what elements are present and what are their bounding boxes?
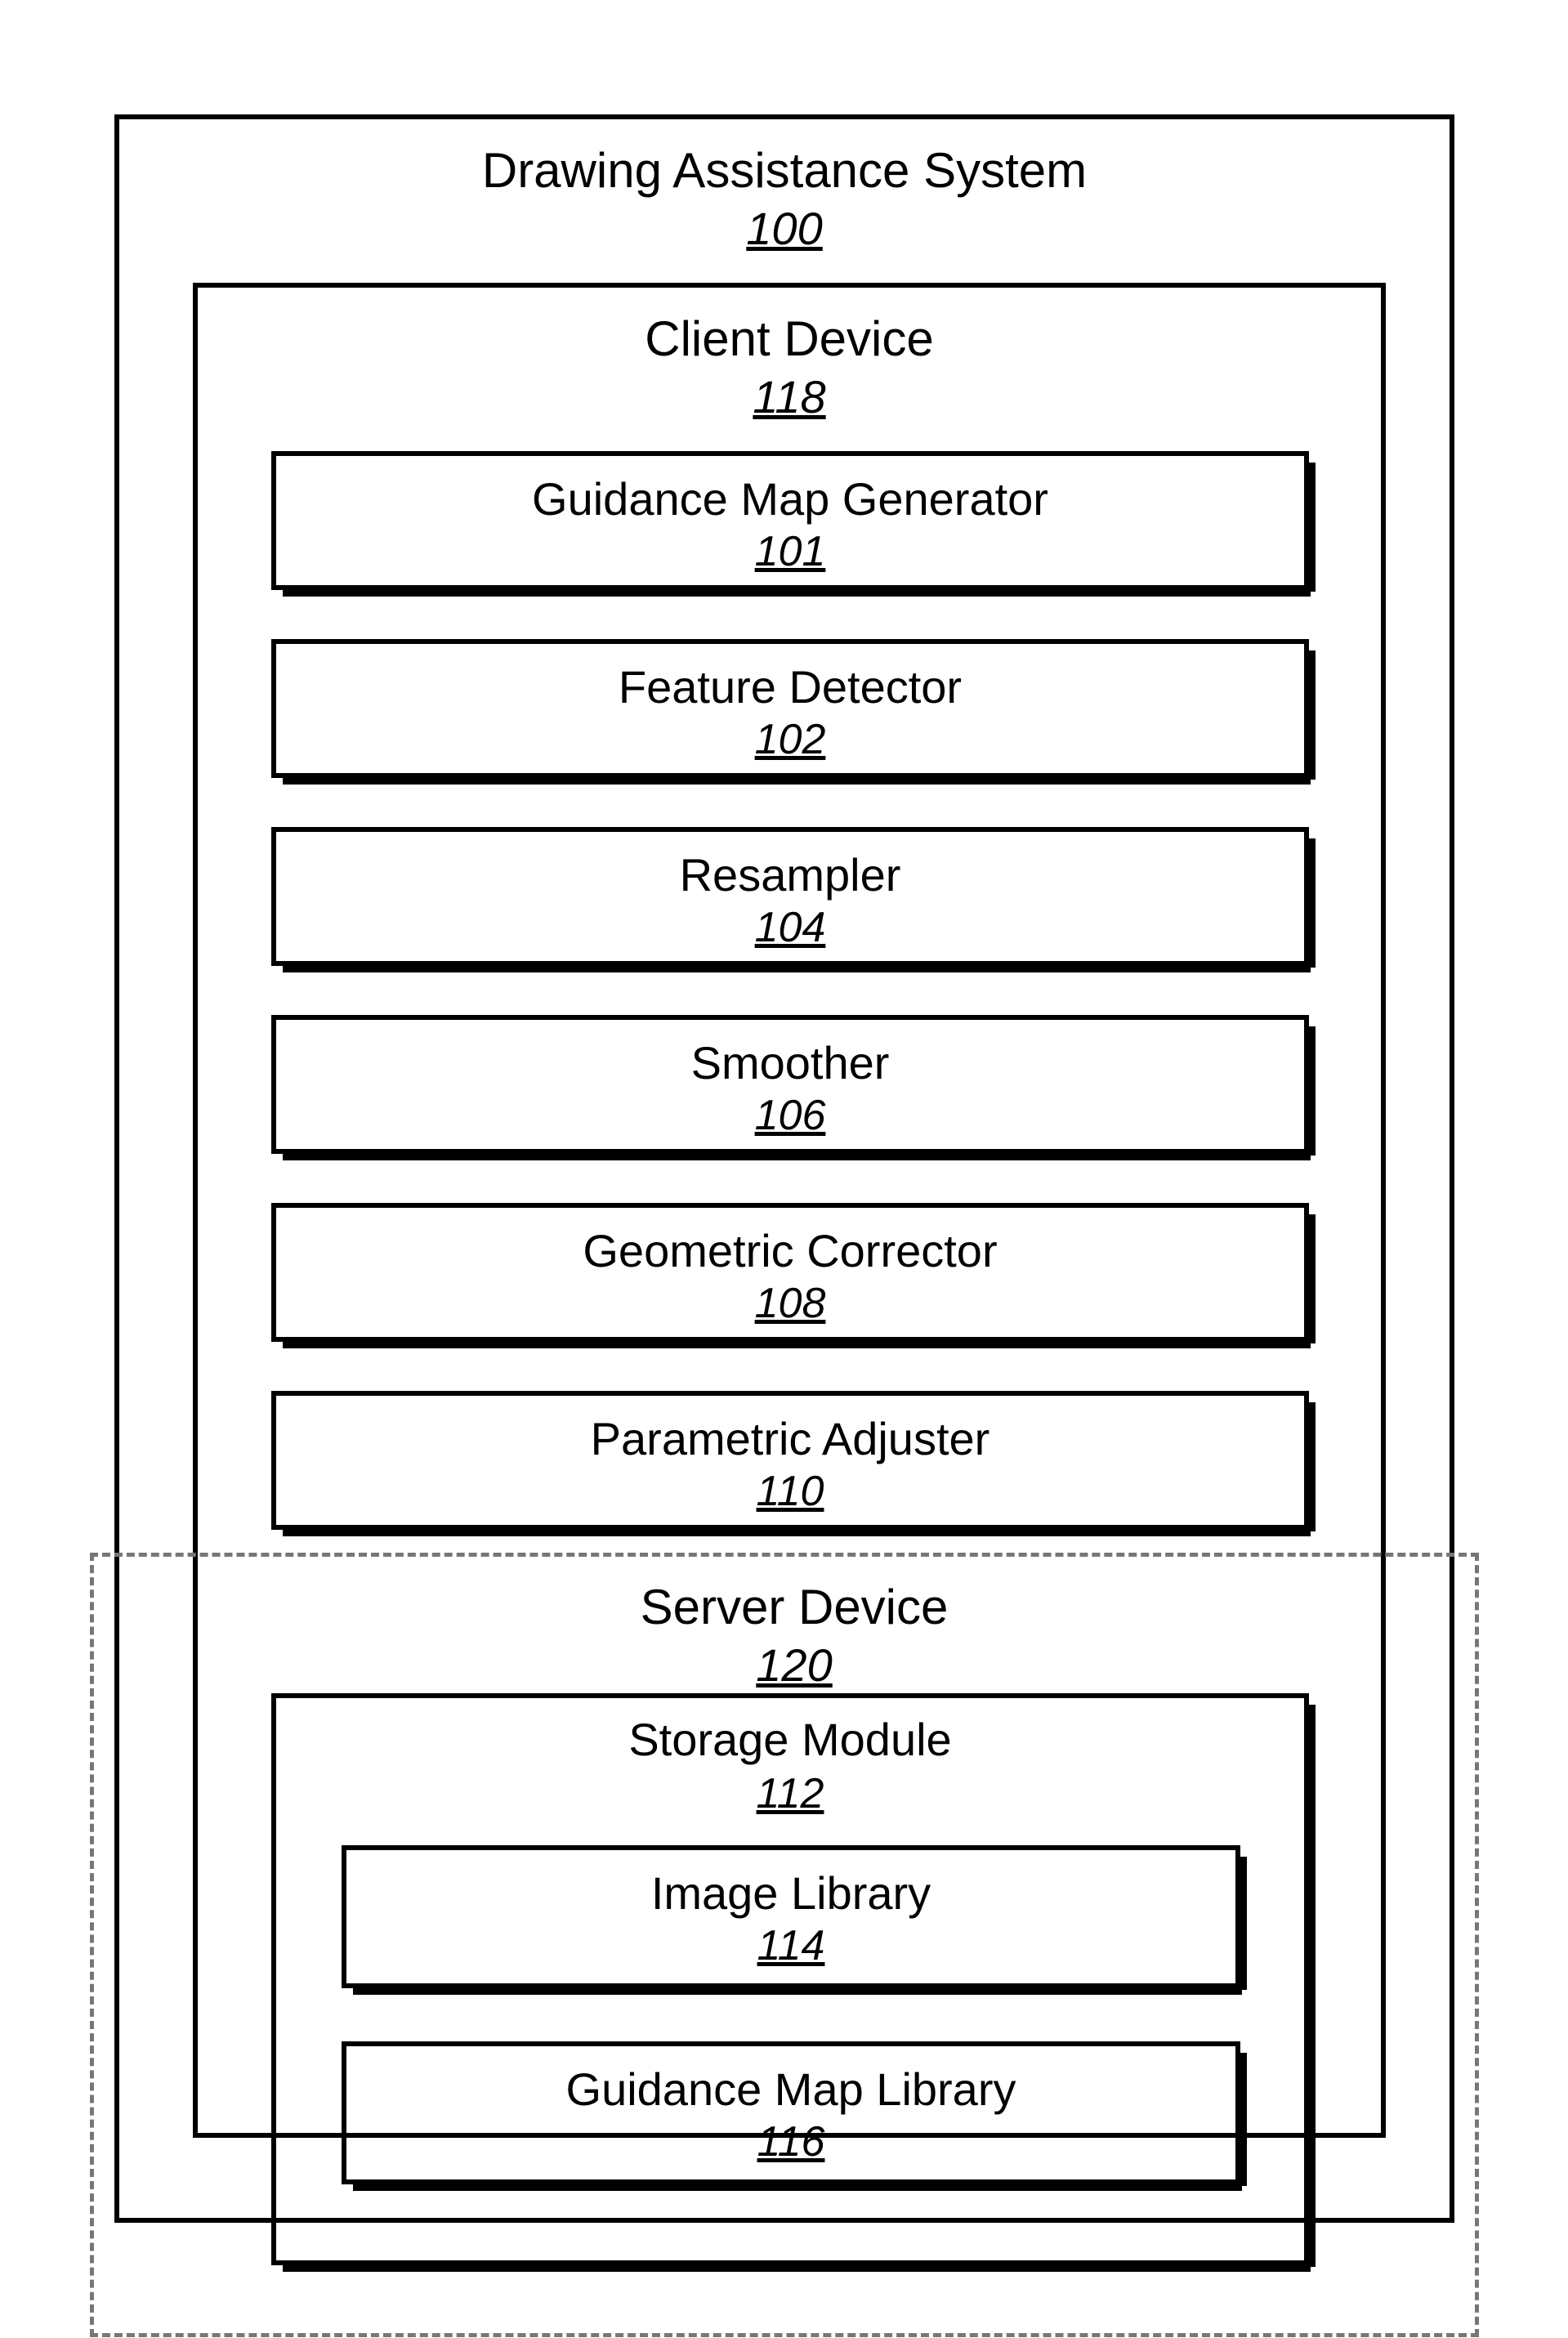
client-ref: 118 — [753, 370, 825, 423]
diagram-page: Drawing Assistance System 100 Client Dev… — [114, 114, 1454, 2223]
parametric-adjuster-box: Parametric Adjuster 110 — [271, 1391, 1309, 1530]
module-title: Smoother — [276, 1036, 1304, 1089]
module-title: Feature Detector — [276, 660, 1304, 713]
module-title: Guidance Map Generator — [276, 472, 1304, 525]
system-title-block: Drawing Assistance System 100 — [119, 119, 1450, 255]
module-ref: 108 — [755, 1279, 826, 1328]
server-device-boundary — [90, 1553, 1479, 2337]
client-title: Client Device — [198, 311, 1381, 367]
system-ref: 100 — [746, 202, 822, 255]
module-title: Geometric Corrector — [276, 1224, 1304, 1277]
module-ref: 104 — [755, 903, 826, 952]
guidance-map-generator-box: Guidance Map Generator 101 — [271, 451, 1309, 590]
module-ref: 110 — [757, 1467, 824, 1516]
module-ref: 106 — [755, 1091, 826, 1140]
geometric-corrector-box: Geometric Corrector 108 — [271, 1203, 1309, 1342]
module-ref: 101 — [755, 527, 826, 576]
module-title: Resampler — [276, 848, 1304, 901]
module-ref: 102 — [755, 715, 826, 764]
system-title: Drawing Assistance System — [119, 142, 1450, 199]
feature-detector-box: Feature Detector 102 — [271, 639, 1309, 778]
client-title-block: Client Device 118 — [198, 288, 1381, 423]
resampler-box: Resampler 104 — [271, 827, 1309, 966]
smoother-box: Smoother 106 — [271, 1015, 1309, 1154]
module-title: Parametric Adjuster — [276, 1412, 1304, 1465]
